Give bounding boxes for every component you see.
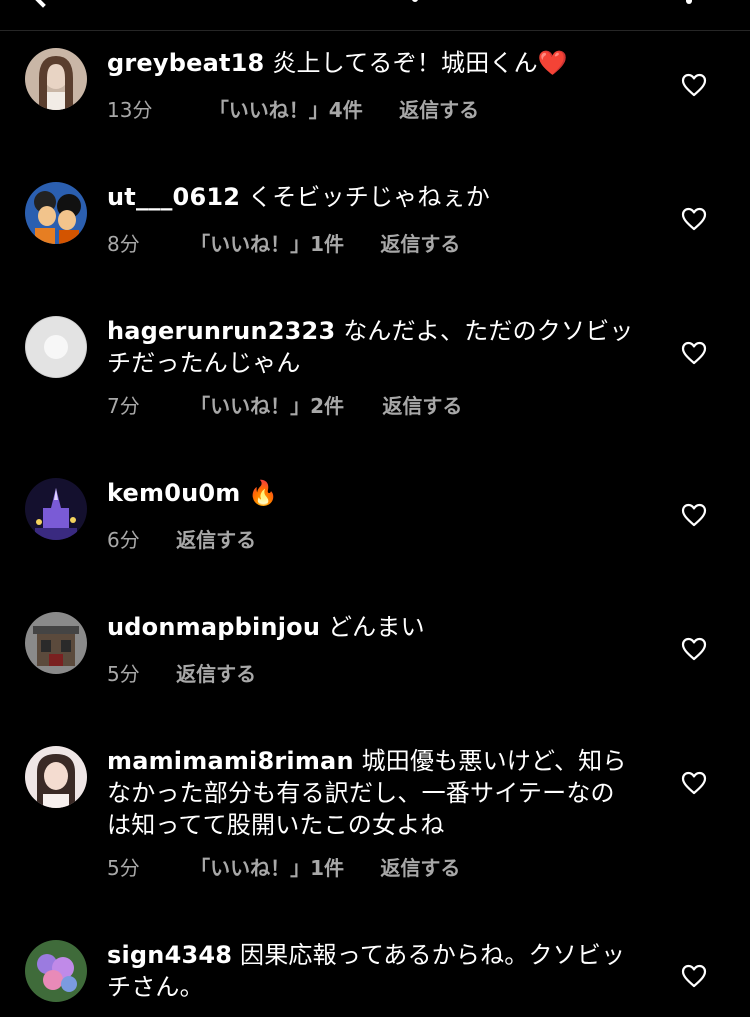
comment-meta: 13分 「いいね！」4件 返信する (107, 96, 479, 124)
comment-body: くそビッチじゃねぇか (248, 183, 490, 211)
comment-body: 🔥 (248, 479, 279, 507)
comment-time: 7分 (107, 394, 140, 418)
comment-body: 炎上してるぞ！城田くん❤️ (272, 49, 568, 77)
avatar[interactable] (25, 48, 87, 110)
back-icon[interactable] (30, 0, 56, 8)
reply-button[interactable]: 返信する (380, 230, 460, 258)
comment-text: greybeat18 炎上してるぞ！城田くん❤️ (107, 47, 637, 79)
comment-username[interactable]: hagerunrun2323 (107, 317, 335, 345)
comment-body: どんまい (327, 613, 425, 641)
like-heart-icon[interactable] (681, 771, 707, 795)
top-bar (0, 0, 750, 31)
like-heart-icon[interactable] (681, 207, 707, 231)
comment-username[interactable]: greybeat18 (107, 49, 264, 77)
reply-button[interactable]: 返信する (380, 854, 460, 882)
comment-meta: 5分 「いいね！」1件 返信する (107, 854, 460, 882)
title-fragment (412, 0, 418, 2)
like-heart-icon[interactable] (681, 73, 707, 97)
like-heart-icon[interactable] (681, 964, 707, 988)
like-heart-icon[interactable] (681, 341, 707, 365)
comment-username[interactable]: mamimami8riman (107, 747, 354, 775)
avatar[interactable] (25, 746, 87, 808)
like-heart-icon[interactable] (681, 637, 707, 661)
like-heart-icon[interactable] (681, 503, 707, 527)
comment-time: 13分 (107, 98, 153, 122)
comment-username[interactable]: kem0u0m (107, 479, 241, 507)
reply-button[interactable]: 返信する (176, 660, 256, 688)
comment-time: 6分 (107, 528, 140, 552)
comment-text: mamimami8riman 城田優も悪いけど、知らなかった部分も有る訳だし、一… (107, 745, 637, 841)
comment-username[interactable]: ut___0612 (107, 183, 240, 211)
avatar[interactable] (25, 612, 87, 674)
comment-meta: 5分 返信する (107, 660, 256, 688)
reply-button[interactable]: 返信する (399, 96, 479, 124)
comment-text: ut___0612 くそビッチじゃねぇか (107, 181, 637, 213)
comment-text: sign4348 因果応報ってあるからね。クソビッチさん。 (107, 939, 637, 1003)
comment-text: udonmapbinjou どんまい (107, 611, 637, 643)
avatar[interactable] (25, 478, 87, 540)
comment-meta: 8分 「いいね！」1件 返信する (107, 230, 460, 258)
comment-username[interactable]: udonmapbinjou (107, 613, 320, 641)
comment-likes[interactable]: 「いいね！」4件 (209, 96, 363, 124)
comment-meta: 7分 「いいね！」2件 返信する (107, 392, 462, 420)
avatar[interactable] (25, 940, 87, 1002)
more-icon[interactable] (686, 0, 692, 4)
comment-time: 5分 (107, 662, 140, 686)
comment-text: kem0u0m 🔥 (107, 477, 637, 509)
avatar[interactable] (25, 316, 87, 378)
comment-likes[interactable]: 「いいね！」2件 (190, 392, 344, 420)
comment-username[interactable]: sign4348 (107, 941, 232, 969)
comment-meta: 6分 返信する (107, 526, 256, 554)
reply-button[interactable]: 返信する (176, 526, 256, 554)
reply-button[interactable]: 返信する (382, 392, 462, 420)
avatar[interactable] (25, 182, 87, 244)
comment-time: 5分 (107, 856, 140, 880)
comment-text: hagerunrun2323 なんだよ、ただのクソビッチだったんじゃん (107, 315, 637, 379)
comment-likes[interactable]: 「いいね！」1件 (190, 854, 344, 882)
comment-likes[interactable]: 「いいね！」1件 (190, 230, 344, 258)
comment-time: 8分 (107, 232, 140, 256)
